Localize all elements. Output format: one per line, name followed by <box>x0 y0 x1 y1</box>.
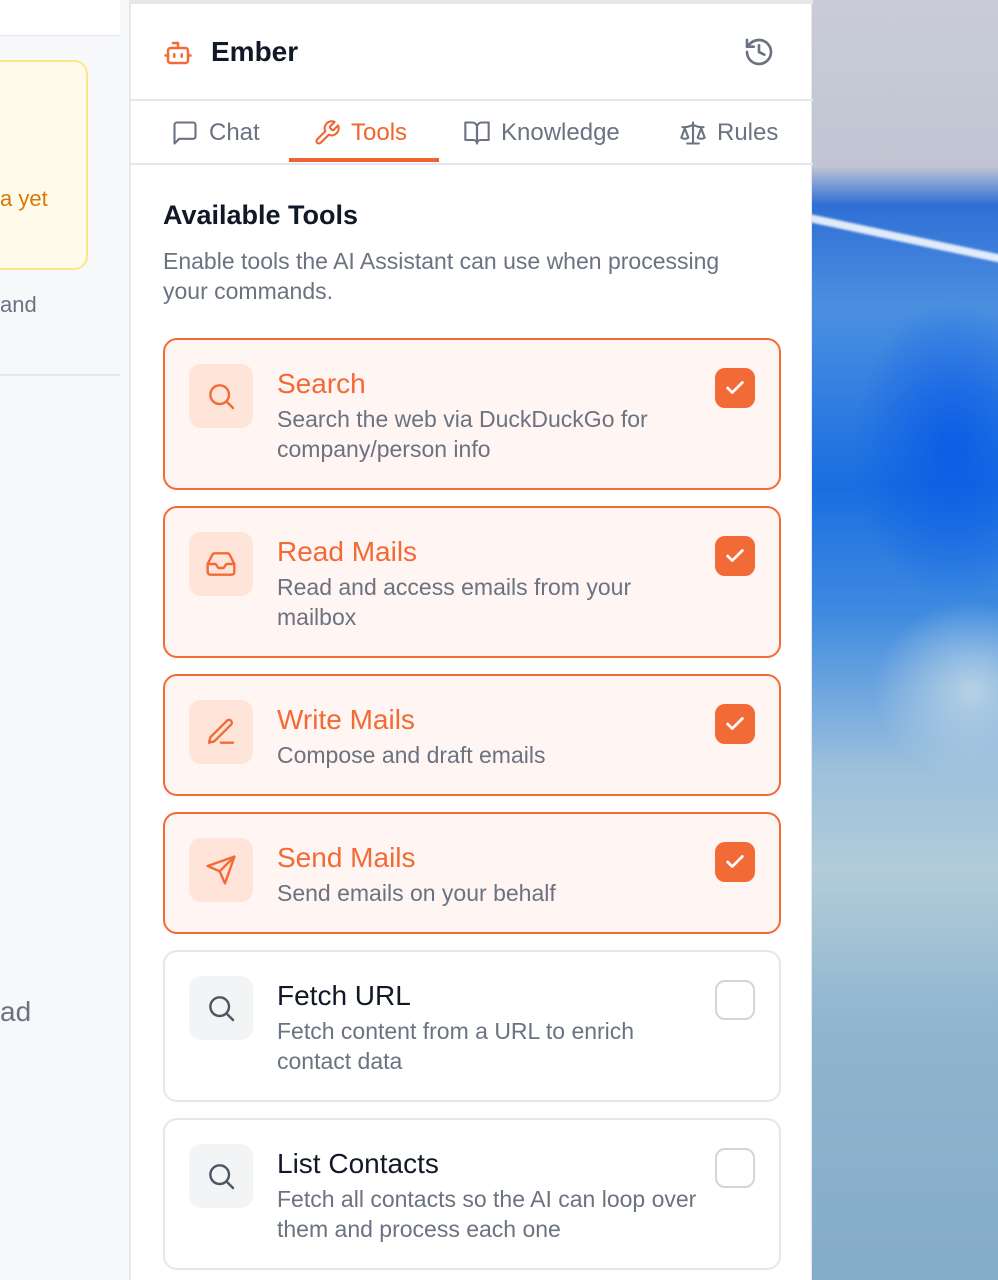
tool-checkbox[interactable] <box>715 980 755 1020</box>
app-title: Ember <box>211 36 299 67</box>
tool-name: Send Mails <box>277 842 416 873</box>
tool-name: Read Mails <box>277 536 418 567</box>
section-description: Enable tools the AI Assistant can use wh… <box>163 248 720 304</box>
tool-card-search[interactable]: Search Search the web via DuckDuckGo for… <box>163 338 781 490</box>
check-icon <box>726 855 744 868</box>
tool-icon-box <box>189 976 253 1040</box>
background-text: and <box>0 292 37 317</box>
background-warning-card <box>0 60 88 270</box>
tool-description: Fetch all contacts so the AI can loop ov… <box>277 1186 697 1242</box>
tool-card-list-contacts[interactable]: List Contacts Fetch all contacts so the … <box>163 1118 781 1270</box>
tool-description: Search the web via DuckDuckGo for compan… <box>277 406 648 462</box>
check-icon <box>726 381 744 394</box>
tool-card-read-mails[interactable]: Read Mails Read and access emails from y… <box>163 506 781 658</box>
send-icon <box>206 855 236 885</box>
tab-bar: Chat Tools Knowledge Rules <box>131 101 813 165</box>
tool-name: Search <box>277 368 366 399</box>
tab-label: Chat <box>209 119 260 146</box>
tab-label: Knowledge <box>501 119 620 146</box>
background-card-text: a yet <box>0 186 48 211</box>
tool-checkbox[interactable] <box>715 842 755 882</box>
tool-card-fetch-url[interactable]: Fetch URL Fetch content from a URL to en… <box>163 950 781 1102</box>
tab-label: Tools <box>351 119 408 146</box>
background-app-pane: a yet and ad <box>0 0 130 1280</box>
tool-checkbox[interactable] <box>715 536 755 576</box>
tool-checkbox[interactable] <box>715 704 755 744</box>
book-open-icon <box>464 121 490 145</box>
scale-icon <box>680 121 706 145</box>
tool-icon-box <box>189 838 253 902</box>
check-icon <box>726 549 744 562</box>
message-square-icon <box>173 121 197 145</box>
search-icon <box>209 1164 235 1190</box>
inbox-icon <box>206 552 236 576</box>
active-tab-indicator <box>289 158 439 162</box>
tool-name: Write Mails <box>277 704 415 735</box>
tool-checkbox[interactable] <box>715 1148 755 1188</box>
tool-icon-box <box>189 532 253 596</box>
tool-description: Send emails on your behalf <box>277 880 556 906</box>
background-divider <box>0 374 120 376</box>
tool-description: Compose and draft emails <box>277 742 546 768</box>
tab-tools[interactable]: Tools <box>313 101 407 165</box>
section-title: Available Tools <box>163 200 359 230</box>
tool-icon-box <box>189 364 253 428</box>
history-icon[interactable] <box>743 36 775 68</box>
tool-icon-box <box>189 1144 253 1208</box>
background-text: ad <box>0 996 32 1027</box>
assistant-panel: Ember Chat Tools Knowledge Rules Availab… <box>130 0 813 1280</box>
tool-checkbox[interactable] <box>715 368 755 408</box>
check-icon <box>726 717 744 730</box>
tool-description: Read and access emails from your mailbox <box>277 574 632 630</box>
robot-icon <box>164 41 192 65</box>
pen-icon <box>207 718 235 744</box>
tab-rules[interactable]: Rules <box>679 101 778 165</box>
wrench-icon <box>315 120 340 145</box>
panel-header: Ember <box>131 4 813 101</box>
tool-icon-box <box>189 700 253 764</box>
background-topbar <box>0 0 120 36</box>
tab-knowledge[interactable]: Knowledge <box>463 101 620 165</box>
desktop-wallpaper <box>812 0 998 1280</box>
tool-name: Fetch URL <box>277 980 411 1011</box>
tool-card-write-mails[interactable]: Write Mails Compose and draft emails <box>163 674 781 796</box>
tab-chat[interactable]: Chat <box>171 101 260 165</box>
tool-description: Fetch content from a URL to enrich conta… <box>277 1018 635 1074</box>
tab-label: Rules <box>717 119 779 146</box>
search-icon <box>209 384 235 410</box>
tool-name: List Contacts <box>277 1148 439 1179</box>
tool-card-send-mails[interactable]: Send Mails Send emails on your behalf <box>163 812 781 934</box>
search-icon <box>209 996 235 1022</box>
